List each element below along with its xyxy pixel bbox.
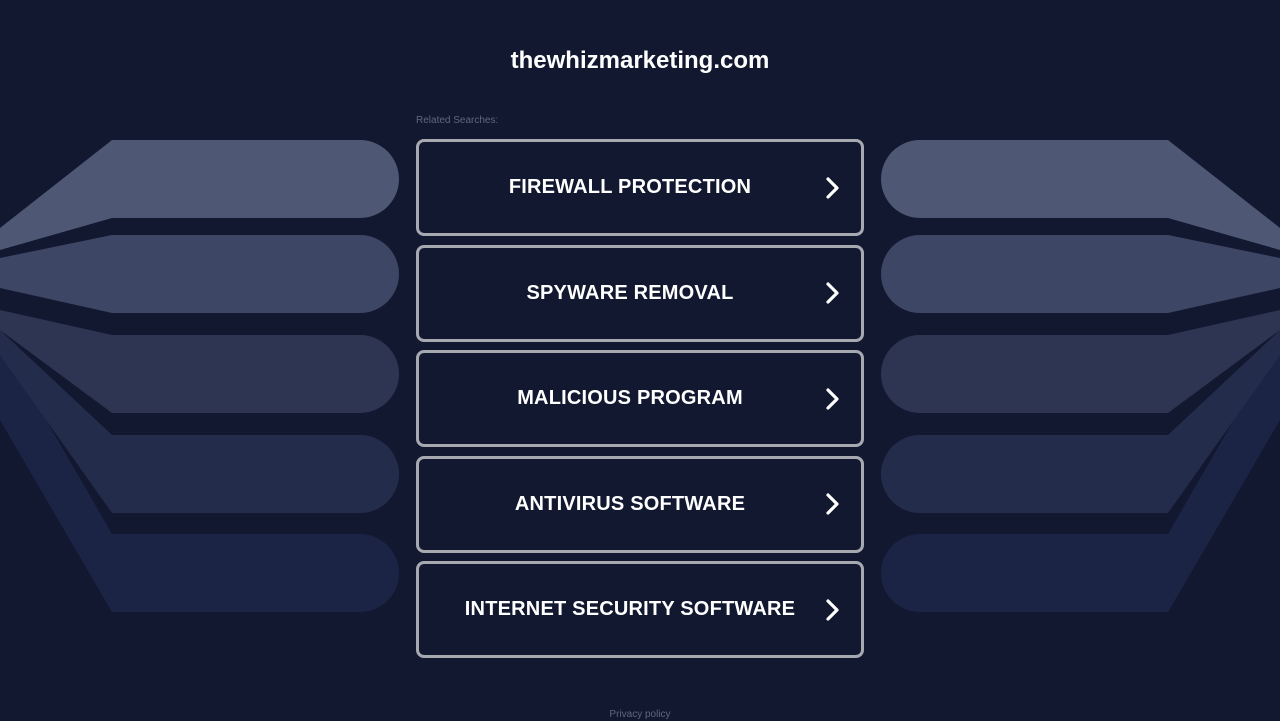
site-title: thewhizmarketing.com bbox=[510, 47, 770, 74]
chevron-right-icon bbox=[826, 282, 839, 304]
chevron-right-icon bbox=[826, 598, 839, 621]
search-button-spyware-removal[interactable]: SPYWARE REMOVAL bbox=[416, 244, 864, 342]
search-button-label: MALICIOUS PROGRAM bbox=[517, 387, 743, 409]
right-wing-2 bbox=[881, 235, 1280, 313]
search-button-firewall-protection[interactable]: FIREWALL PROTECTION bbox=[416, 139, 864, 236]
left-wing-2 bbox=[0, 235, 399, 313]
chevron-right-icon bbox=[826, 387, 839, 410]
related-searches-list: FIREWALL PROTECTION SPYWARE REMOVAL MALI… bbox=[416, 139, 864, 667]
right-wing-1 bbox=[881, 140, 1280, 250]
chevron-right-icon bbox=[826, 493, 839, 515]
related-searches-label: Related Searches: bbox=[416, 115, 499, 126]
search-button-label: FIREWALL PROTECTION bbox=[508, 176, 752, 198]
left-wing-group bbox=[0, 140, 399, 612]
search-button-label: ANTIVIRUS SOFTWARE bbox=[514, 492, 746, 515]
search-button-label: INTERNET SECURITY SOFTWARE bbox=[464, 598, 796, 620]
left-wing-1 bbox=[0, 140, 399, 250]
search-button-internet-security-software[interactable]: INTERNET SECURITY SOFTWARE bbox=[416, 561, 864, 658]
privacy-policy-link[interactable]: Privacy policy bbox=[0, 709, 1280, 721]
search-button-antivirus-software[interactable]: ANTIVIRUS SOFTWARE bbox=[416, 455, 864, 553]
search-button-label: SPYWARE REMOVAL bbox=[526, 281, 734, 304]
chevron-right-icon bbox=[826, 176, 839, 199]
right-wing-group bbox=[881, 140, 1280, 612]
search-button-malicious-program[interactable]: MALICIOUS PROGRAM bbox=[416, 350, 864, 447]
